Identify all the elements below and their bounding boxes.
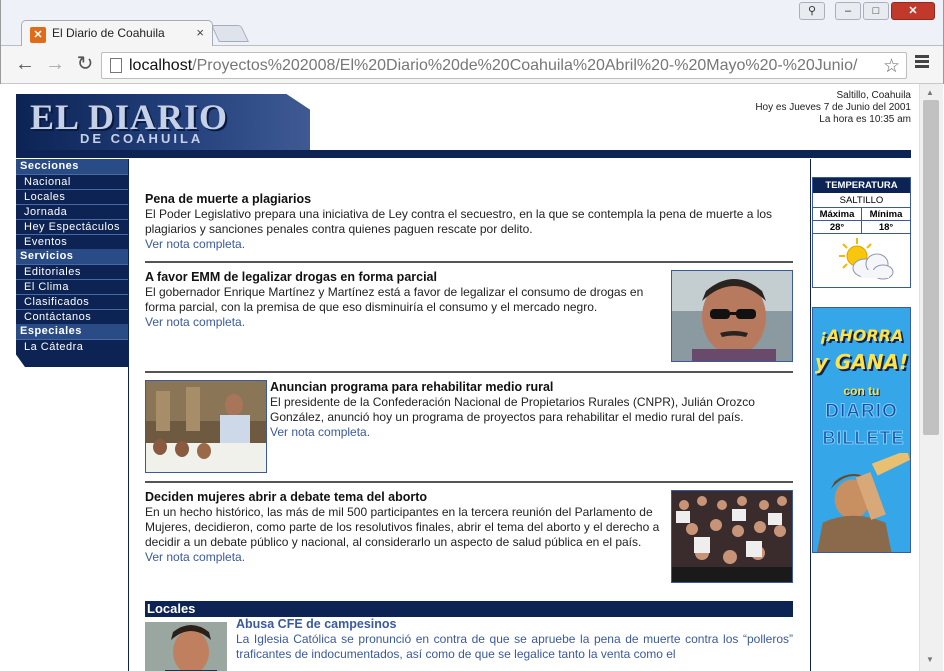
weather-title: TEMPERATURA bbox=[813, 178, 910, 193]
nav-item-nacional[interactable]: Nacional bbox=[16, 174, 128, 189]
article-photo-locales[interactable] bbox=[145, 622, 227, 671]
partly-cloudy-icon bbox=[813, 234, 910, 286]
nav-section-especiales: Especiales bbox=[16, 324, 128, 339]
nav-section-secciones: Secciones bbox=[16, 159, 128, 174]
column-divider bbox=[810, 159, 811, 671]
article-body: El Poder Legislativo prepara una iniciat… bbox=[145, 207, 773, 236]
header-date: Hoy es Jueves 7 de Junio del 2001 bbox=[755, 102, 911, 113]
read-more-link[interactable]: Ver nota completa. bbox=[270, 425, 793, 440]
menu-icon[interactable] bbox=[915, 55, 929, 70]
xampp-icon: ✕ bbox=[30, 27, 46, 43]
reload-icon[interactable]: ↻ bbox=[73, 53, 97, 77]
site-logo[interactable]: EL DIARIO DE COAHUILA bbox=[16, 94, 310, 150]
article-divider bbox=[145, 481, 793, 483]
nav-item-jornada[interactable]: Jornada bbox=[16, 204, 128, 219]
nav-item-eventos[interactable]: Eventos bbox=[16, 234, 128, 249]
article-body: En un hecho histórico, las más de mil 50… bbox=[145, 505, 660, 549]
user-icon[interactable]: ⚲ bbox=[799, 2, 825, 20]
bookmark-star-icon[interactable]: ☆ bbox=[883, 55, 900, 78]
nav-item-hey-espectaculos[interactable]: Hey Espectáculos bbox=[16, 219, 128, 234]
banner-line4: DIARIO bbox=[825, 401, 898, 423]
weather-min-value: 18° bbox=[878, 222, 894, 233]
read-more-link[interactable]: Ver nota completa. bbox=[145, 315, 665, 330]
article-title[interactable]: Deciden mujeres abrir a debate tema del … bbox=[145, 490, 669, 505]
article-photo-parliament[interactable] bbox=[671, 490, 793, 583]
weather-max-label: Máxima bbox=[813, 208, 862, 220]
browser-toolbar: ← → ↻ localhost/Proyectos%202008/El%20Di… bbox=[1, 46, 943, 84]
article-title[interactable]: Abusa CFE de campesinos bbox=[236, 617, 793, 632]
nav-item-locales[interactable]: Locales bbox=[16, 189, 128, 204]
tab-strip: ✕ El Diario de Coahuila × ⚲ – □ ✕ bbox=[1, 0, 943, 47]
weather-min-label: Mínima bbox=[869, 209, 903, 220]
news-article: Deciden mujeres abrir a debate tema del … bbox=[145, 490, 669, 565]
scroll-down-icon[interactable]: ▼ bbox=[926, 655, 934, 664]
nav-item-la-catedra[interactable]: La Cátedra bbox=[16, 339, 128, 354]
url-text: localhost/Proyectos%202008/El%20Diario%2… bbox=[129, 57, 857, 75]
scroll-up-icon[interactable]: ▲ bbox=[926, 88, 934, 97]
maximize-button[interactable]: □ bbox=[863, 2, 889, 20]
article-body: El presidente de la Confederación Nacion… bbox=[270, 395, 755, 424]
section-header-locales: Locales bbox=[145, 601, 793, 617]
weather-max-value: 28° bbox=[813, 221, 862, 233]
ad-banner-diario-billete[interactable]: ¡AHORRA y GANA! con tu DIARIO BILLETE bbox=[812, 307, 911, 553]
article-divider bbox=[145, 261, 793, 263]
window-controls: ⚲ – □ ✕ bbox=[799, 2, 935, 20]
new-tab-button[interactable] bbox=[211, 25, 249, 42]
url-host: localhost bbox=[129, 57, 193, 74]
weather-widget: TEMPERATURA SALTILLO Máxima Mínima 28° 1… bbox=[812, 177, 911, 288]
article-title[interactable]: A favor EMM de legalizar drogas en forma… bbox=[145, 270, 665, 285]
nav-item-clasificados[interactable]: Clasificados bbox=[16, 294, 128, 309]
banner-illustration bbox=[816, 453, 910, 552]
nav-item-el-clima[interactable]: El Clima bbox=[16, 279, 128, 294]
back-arrow-icon[interactable]: ← bbox=[13, 53, 37, 77]
address-bar[interactable]: localhost/Proyectos%202008/El%20Diario%2… bbox=[101, 52, 907, 79]
weather-labels: Máxima Mínima bbox=[813, 208, 910, 221]
page-icon bbox=[110, 58, 122, 73]
minimize-button[interactable]: – bbox=[835, 2, 861, 20]
article-body: La Iglesia Católica se pronunció en cont… bbox=[236, 632, 793, 661]
header-info: Saltillo, Coahuila Hoy es Jueves 7 de Ju… bbox=[755, 90, 911, 126]
read-more-link[interactable]: Ver nota completa. bbox=[145, 237, 793, 252]
browser-tab[interactable]: ✕ El Diario de Coahuila × bbox=[21, 20, 213, 47]
nav-item-editoriales[interactable]: Editoriales bbox=[16, 264, 128, 279]
nav-section-servicios: Servicios bbox=[16, 249, 128, 264]
page-scrollbar[interactable]: ▲ ▼ bbox=[919, 84, 943, 671]
banner-line1: ¡AHORRA bbox=[819, 326, 904, 345]
read-more-link[interactable]: Ver nota completa. bbox=[145, 550, 669, 565]
article-body: El gobernador Enrique Martínez y Martíne… bbox=[145, 285, 644, 314]
banner-line3: con tu bbox=[843, 384, 880, 398]
close-window-button[interactable]: ✕ bbox=[891, 2, 935, 20]
article-photo-rural[interactable] bbox=[145, 380, 267, 473]
article-title[interactable]: Pena de muerte a plagiarios bbox=[145, 192, 793, 207]
column-divider bbox=[128, 159, 129, 671]
tab-title: El Diario de Coahuila bbox=[52, 26, 165, 40]
header-time: La hora es 10:35 am bbox=[819, 114, 911, 125]
banner-line5: BILLETE bbox=[822, 428, 905, 449]
logo-subtitle: DE COAHUILA bbox=[80, 131, 204, 146]
left-nav: Secciones Nacional Locales Jornada Hey E… bbox=[16, 159, 128, 367]
header-city: Saltillo, Coahuila bbox=[836, 90, 912, 101]
weather-values: 28° 18° bbox=[813, 221, 910, 234]
article-photo-governor[interactable] bbox=[671, 270, 793, 362]
locales-article: Abusa CFE de campesinos La Iglesia Catól… bbox=[236, 617, 793, 662]
news-article: Pena de muerte a plagiarios El Poder Leg… bbox=[145, 192, 793, 252]
browser-chrome: ✕ El Diario de Coahuila × ⚲ – □ ✕ ← → ↻ … bbox=[0, 0, 944, 84]
tab-close-icon[interactable]: × bbox=[196, 25, 204, 40]
article-title[interactable]: Anuncian programa para rehabilitar medio… bbox=[270, 380, 793, 395]
page-viewport: EL DIARIO DE COAHUILA Saltillo, Coahuila… bbox=[1, 84, 919, 671]
article-divider bbox=[145, 371, 793, 373]
news-article: A favor EMM de legalizar drogas en forma… bbox=[145, 270, 665, 330]
url-path: /Proyectos%202008/El%20Diario%20de%20Coa… bbox=[192, 57, 858, 74]
weather-city: SALTILLO bbox=[813, 193, 910, 208]
forward-arrow-icon[interactable]: → bbox=[43, 53, 67, 77]
banner-line2: y GANA! bbox=[814, 350, 909, 374]
scroll-thumb[interactable] bbox=[923, 100, 939, 435]
header-bar bbox=[16, 150, 911, 158]
news-article: Anuncian programa para rehabilitar medio… bbox=[270, 380, 793, 440]
nav-item-contactanos[interactable]: Contáctanos bbox=[16, 309, 128, 324]
